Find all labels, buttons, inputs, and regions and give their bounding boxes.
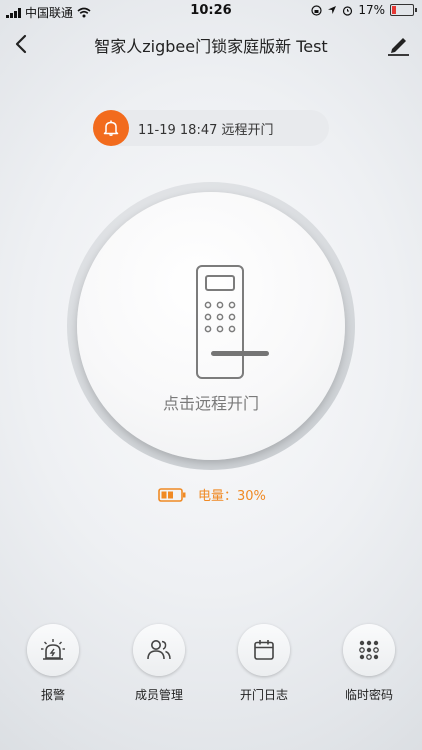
edit-pencil-icon[interactable] [384, 30, 412, 58]
alarm-clock-icon [343, 5, 353, 16]
nav-bar: 智家人zigbee门锁家庭版新 Test [0, 22, 422, 66]
members-button[interactable]: 成员管理 [119, 624, 199, 703]
temp-password-label: 临时密码 [344, 688, 393, 702]
unlock-log-button[interactable]: 开门日志 [224, 624, 304, 703]
alarm-label: 报警 [40, 688, 65, 702]
bottom-actions: 报警 成员管理 开门日志 临时密码 [0, 624, 422, 714]
lock-battery-status: 电量：30% [158, 485, 266, 504]
remote-unlock-button[interactable]: 点击远程开门 [77, 192, 345, 460]
unlock-log-label: 开门日志 [239, 688, 288, 702]
alarm-button[interactable]: 报警 [13, 624, 93, 703]
remote-unlock-label: 点击远程开门 [162, 394, 259, 413]
location-icon [328, 6, 337, 14]
temp-password-button[interactable]: 临时密码 [329, 624, 409, 703]
battery-level-label: 电量：30% [198, 489, 266, 504]
battery-level-icon [158, 487, 186, 502]
back-arrow-icon[interactable] [8, 30, 36, 58]
status-bar: 中国联通 10:26 17% [0, 0, 422, 22]
bell-icon [93, 110, 129, 146]
door-lock-icon [196, 265, 269, 379]
members-label: 成员管理 [134, 688, 183, 702]
keypad-icon [359, 640, 379, 660]
page-title: 智家人zigbee门锁家庭版新 Test [94, 37, 328, 56]
battery-percent: 17% [358, 3, 385, 17]
notice-text: 11-19 18:47 远程开门 [138, 122, 274, 138]
unlock-ring: 点击远程开门 [67, 182, 355, 470]
calendar-icon [254, 640, 274, 660]
members-icon [147, 640, 171, 660]
alarm-icon [41, 639, 65, 660]
latest-event-notice[interactable]: 11-19 18:47 远程开门 [93, 110, 329, 146]
battery-icon [390, 4, 417, 16]
rotation-lock-icon [311, 4, 322, 16]
